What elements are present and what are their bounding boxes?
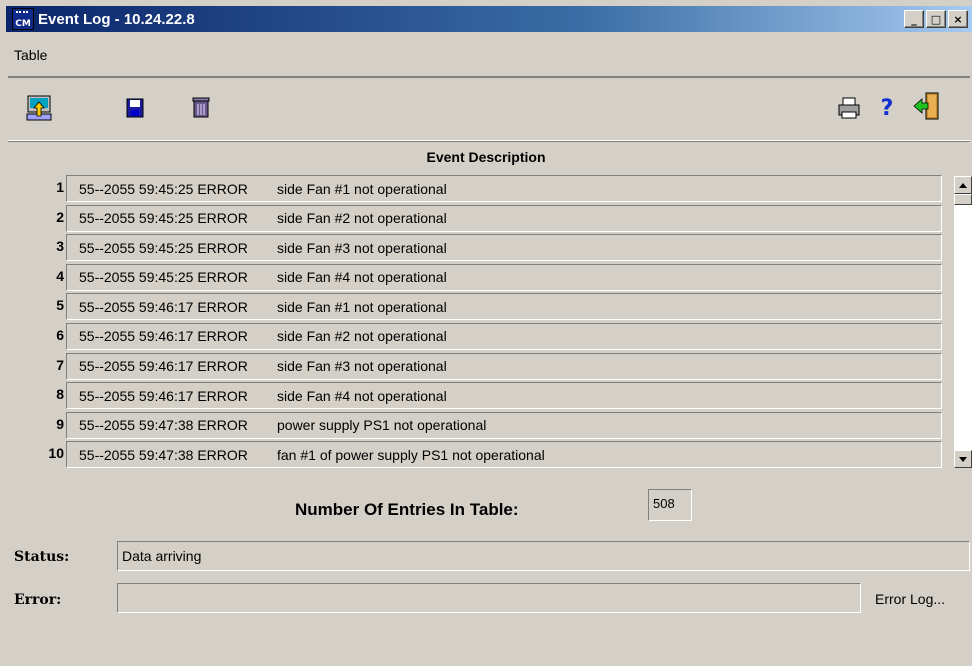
event-cell[interactable]: 55--2055 59:45:25 ERROR side Fan #2 not … — [66, 204, 942, 232]
table-row[interactable]: 1 55--2055 59:45:25 ERROR side Fan #1 no… — [10, 174, 972, 204]
vertical-scrollbar[interactable] — [954, 176, 972, 468]
upload-icon[interactable] — [24, 93, 54, 123]
entries-count-label: Number Of Entries In Table: — [295, 500, 519, 519]
event-timestamp: 55--2055 59:45:25 ERROR — [79, 239, 248, 256]
row-number: 3 — [56, 238, 64, 255]
row-number: 9 — [56, 415, 64, 432]
arrow-up-icon — [959, 182, 967, 188]
table-row[interactable]: 10 55--2055 59:47:38 ERROR fan #1 of pow… — [10, 440, 972, 470]
row-number: 5 — [56, 297, 64, 314]
event-timestamp: 55--2055 59:46:17 ERROR — [79, 328, 248, 345]
event-description: power supply PS1 not operational — [277, 417, 487, 434]
table-row[interactable]: 6 55--2055 59:46:17 ERROR side Fan #2 no… — [10, 322, 972, 352]
event-timestamp: 55--2055 59:47:38 ERROR — [79, 417, 248, 434]
row-number: 8 — [56, 386, 64, 403]
table-row[interactable]: 2 55--2055 59:45:25 ERROR side Fan #2 no… — [10, 204, 972, 234]
title-bar[interactable]: CM Event Log - 10.24.22.8 _ □ × — [6, 6, 972, 32]
scroll-thumb[interactable] — [954, 194, 972, 205]
table-row[interactable]: 3 55--2055 59:45:25 ERROR side Fan #3 no… — [10, 233, 972, 263]
event-timestamp: 55--2055 59:46:17 ERROR — [79, 387, 248, 404]
row-number: 6 — [56, 326, 64, 343]
event-cell[interactable]: 55--2055 59:47:38 ERROR fan #1 of power … — [66, 441, 942, 469]
save-icon[interactable] — [120, 93, 150, 123]
event-cell[interactable]: 55--2055 59:46:17 ERROR side Fan #2 not … — [66, 322, 942, 350]
table-row[interactable]: 4 55--2055 59:45:25 ERROR side Fan #4 no… — [10, 263, 972, 293]
scroll-down-button[interactable] — [954, 450, 972, 468]
event-description: side Fan #1 not operational — [277, 180, 447, 197]
event-description: side Fan #2 not operational — [277, 328, 447, 345]
event-cell[interactable]: 55--2055 59:45:25 ERROR side Fan #3 not … — [66, 234, 942, 262]
row-number: 10 — [48, 445, 64, 462]
event-timestamp: 55--2055 59:45:25 ERROR — [79, 210, 248, 227]
menu-bar: Table — [14, 47, 47, 63]
error-log-button[interactable]: Error Log... — [875, 591, 945, 607]
table-row[interactable]: 7 55--2055 59:46:17 ERROR side Fan #3 no… — [10, 352, 972, 382]
event-timestamp: 55--2055 59:45:25 ERROR — [79, 180, 248, 197]
status-label: Status: — [14, 549, 70, 565]
event-description: side Fan #3 not operational — [277, 239, 447, 256]
event-cell[interactable]: 55--2055 59:45:25 ERROR side Fan #4 not … — [66, 263, 942, 291]
event-cell[interactable]: 55--2055 59:47:38 ERROR power supply PS1… — [66, 411, 942, 439]
row-number: 4 — [56, 267, 64, 284]
entries-count-value: 508 — [648, 489, 692, 521]
status-field: Data arriving — [117, 541, 970, 571]
app-icon: CM — [12, 8, 34, 30]
toolbar: ? — [8, 76, 970, 141]
exit-icon[interactable] — [912, 91, 942, 121]
table-row[interactable]: 8 55--2055 59:46:17 ERROR side Fan #4 no… — [10, 381, 972, 411]
event-cell[interactable]: 55--2055 59:45:25 ERROR side Fan #1 not … — [66, 175, 942, 202]
event-description: side Fan #2 not operational — [277, 210, 447, 227]
event-description-header: Event Description — [426, 149, 546, 165]
event-description: side Fan #4 not operational — [277, 387, 447, 404]
error-label: Error: — [14, 592, 62, 608]
row-number: 7 — [56, 356, 64, 373]
event-cell[interactable]: 55--2055 59:46:17 ERROR side Fan #3 not … — [66, 352, 942, 380]
row-number: 2 — [56, 208, 64, 225]
error-field — [117, 583, 861, 613]
event-timestamp: 55--2055 59:45:25 ERROR — [79, 269, 248, 286]
event-description: side Fan #1 not operational — [277, 298, 447, 315]
event-timestamp: 55--2055 59:46:17 ERROR — [79, 358, 248, 375]
event-description: fan #1 of power supply PS1 not operation… — [277, 446, 545, 463]
maximize-button[interactable]: □ — [926, 10, 946, 28]
event-cell[interactable]: 55--2055 59:46:17 ERROR side Fan #4 not … — [66, 382, 942, 410]
close-button[interactable]: × — [948, 10, 968, 28]
event-description: side Fan #3 not operational — [277, 358, 447, 375]
menu-table[interactable]: Table — [14, 47, 47, 63]
row-number: 1 — [56, 179, 64, 195]
table-row[interactable]: 5 55--2055 59:46:17 ERROR side Fan #1 no… — [10, 292, 972, 322]
event-description: side Fan #4 not operational — [277, 269, 447, 286]
event-cell[interactable]: 55--2055 59:46:17 ERROR side Fan #1 not … — [66, 293, 942, 321]
delete-icon[interactable] — [186, 93, 216, 123]
print-icon[interactable] — [834, 93, 864, 123]
event-log-window: CM Event Log - 10.24.22.8 _ □ × Table ? … — [0, 0, 972, 666]
event-timestamp: 55--2055 59:46:17 ERROR — [79, 298, 248, 315]
arrow-down-icon — [959, 456, 967, 462]
event-table: 1 55--2055 59:45:25 ERROR side Fan #1 no… — [10, 174, 972, 470]
event-timestamp: 55--2055 59:47:38 ERROR — [79, 446, 248, 463]
minimize-button[interactable]: _ — [904, 10, 924, 28]
scroll-up-button[interactable] — [954, 176, 972, 194]
window-title: Event Log - 10.24.22.8 — [38, 10, 195, 28]
table-row[interactable]: 9 55--2055 59:47:38 ERROR power supply P… — [10, 411, 972, 441]
help-icon[interactable]: ? — [872, 93, 902, 123]
